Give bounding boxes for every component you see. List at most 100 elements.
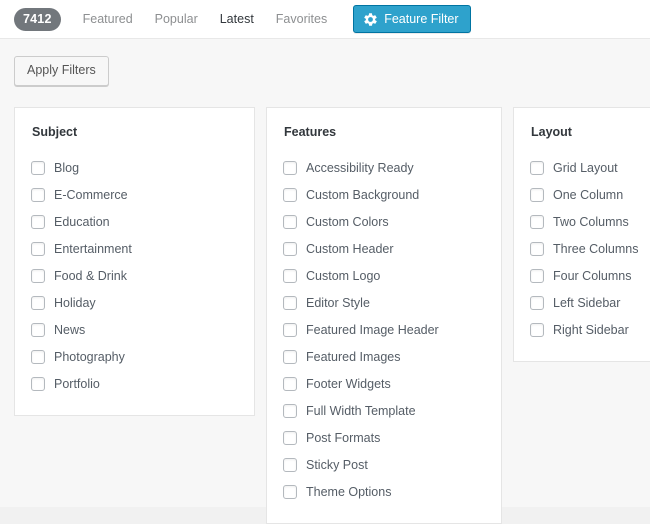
feature-filter-label: Feature Filter bbox=[384, 12, 458, 26]
filter-item-blog[interactable]: Blog bbox=[31, 154, 238, 181]
checkbox-icon[interactable] bbox=[530, 296, 544, 310]
tab-latest[interactable]: Latest bbox=[220, 0, 254, 39]
theme-nav-tabs: Featured Popular Latest Favorites bbox=[61, 0, 328, 39]
filter-item-two-columns[interactable]: Two Columns bbox=[530, 208, 650, 235]
checkbox-icon[interactable] bbox=[283, 215, 297, 229]
checkbox-icon[interactable] bbox=[530, 161, 544, 175]
checkbox-icon[interactable] bbox=[283, 431, 297, 445]
filter-item-post-formats[interactable]: Post Formats bbox=[283, 424, 485, 451]
checkbox-icon[interactable] bbox=[283, 458, 297, 472]
checkbox-icon[interactable] bbox=[530, 188, 544, 202]
filter-item-label: Right Sidebar bbox=[553, 322, 629, 338]
checkbox-icon[interactable] bbox=[530, 323, 544, 337]
filter-item-label: Left Sidebar bbox=[553, 295, 620, 311]
filter-item-custom-colors[interactable]: Custom Colors bbox=[283, 208, 485, 235]
checkbox-icon[interactable] bbox=[283, 323, 297, 337]
filter-item-grid-layout[interactable]: Grid Layout bbox=[530, 154, 650, 181]
filter-item-entertainment[interactable]: Entertainment bbox=[31, 235, 238, 262]
filter-item-label: News bbox=[54, 322, 85, 338]
filter-item-sticky-post[interactable]: Sticky Post bbox=[283, 451, 485, 478]
tab-favorites[interactable]: Favorites bbox=[276, 0, 327, 39]
checkbox-icon[interactable] bbox=[31, 269, 45, 283]
filter-item-education[interactable]: Education bbox=[31, 208, 238, 235]
filter-item-food-and-drink[interactable]: Food & Drink bbox=[31, 262, 238, 289]
apply-filters-button[interactable]: Apply Filters bbox=[14, 56, 109, 86]
theme-browser-header: 7412 Featured Popular Latest Favorites F… bbox=[0, 0, 650, 39]
filter-item-label: Custom Header bbox=[306, 241, 394, 257]
filter-item-theme-options[interactable]: Theme Options bbox=[283, 478, 485, 505]
filter-item-footer-widgets[interactable]: Footer Widgets bbox=[283, 370, 485, 397]
filter-group-layout: Layout Grid Layout One Column Two Column… bbox=[513, 107, 650, 362]
filter-item-label: Portfolio bbox=[54, 376, 100, 392]
checkbox-icon[interactable] bbox=[283, 242, 297, 256]
filter-item-custom-background[interactable]: Custom Background bbox=[283, 181, 485, 208]
filter-item-label: Custom Colors bbox=[306, 214, 389, 230]
checkbox-icon[interactable] bbox=[31, 377, 45, 391]
filter-list-layout: Grid Layout One Column Two Columns Three… bbox=[530, 154, 650, 343]
filter-item-right-sidebar[interactable]: Right Sidebar bbox=[530, 316, 650, 343]
filter-item-label: Two Columns bbox=[553, 214, 629, 230]
filter-item-label: Blog bbox=[54, 160, 79, 176]
tab-popular[interactable]: Popular bbox=[155, 0, 198, 39]
filter-item-custom-logo[interactable]: Custom Logo bbox=[283, 262, 485, 289]
filter-item-label: Theme Options bbox=[306, 484, 391, 500]
checkbox-icon[interactable] bbox=[283, 296, 297, 310]
checkbox-icon[interactable] bbox=[283, 269, 297, 283]
filter-list-features: Accessibility Ready Custom Background Cu… bbox=[283, 154, 485, 505]
filter-item-label: Custom Background bbox=[306, 187, 419, 203]
theme-count-badge: 7412 bbox=[14, 8, 61, 31]
filter-item-editor-style[interactable]: Editor Style bbox=[283, 289, 485, 316]
filter-item-label: Accessibility Ready bbox=[306, 160, 414, 176]
checkbox-icon[interactable] bbox=[530, 215, 544, 229]
filter-item-label: One Column bbox=[553, 187, 623, 203]
filter-item-featured-images[interactable]: Featured Images bbox=[283, 343, 485, 370]
filter-item-left-sidebar[interactable]: Left Sidebar bbox=[530, 289, 650, 316]
filter-item-four-columns[interactable]: Four Columns bbox=[530, 262, 650, 289]
checkbox-icon[interactable] bbox=[31, 242, 45, 256]
tab-featured[interactable]: Featured bbox=[83, 0, 133, 39]
filter-groups: Subject Blog E-Commerce Education Entert… bbox=[0, 107, 650, 524]
checkbox-icon[interactable] bbox=[283, 350, 297, 364]
checkbox-icon[interactable] bbox=[31, 296, 45, 310]
filter-item-featured-image-header[interactable]: Featured Image Header bbox=[283, 316, 485, 343]
feature-filter-button[interactable]: Feature Filter bbox=[353, 5, 470, 33]
apply-filters-bar: Apply Filters bbox=[0, 39, 650, 86]
checkbox-icon[interactable] bbox=[530, 242, 544, 256]
filter-group-subject: Subject Blog E-Commerce Education Entert… bbox=[14, 107, 255, 416]
filter-item-label: Grid Layout bbox=[553, 160, 618, 176]
filter-item-accessibility-ready[interactable]: Accessibility Ready bbox=[283, 154, 485, 181]
checkbox-icon[interactable] bbox=[283, 404, 297, 418]
filter-item-label: Entertainment bbox=[54, 241, 132, 257]
checkbox-icon[interactable] bbox=[31, 323, 45, 337]
filter-item-three-columns[interactable]: Three Columns bbox=[530, 235, 650, 262]
filter-item-label: Sticky Post bbox=[306, 457, 368, 473]
checkbox-icon[interactable] bbox=[31, 188, 45, 202]
filter-item-holiday[interactable]: Holiday bbox=[31, 289, 238, 316]
filter-item-custom-header[interactable]: Custom Header bbox=[283, 235, 485, 262]
filter-item-label: Three Columns bbox=[553, 241, 638, 257]
checkbox-icon[interactable] bbox=[283, 188, 297, 202]
filter-item-e-commerce[interactable]: E-Commerce bbox=[31, 181, 238, 208]
filter-item-label: Featured Image Header bbox=[306, 322, 439, 338]
filter-item-label: Custom Logo bbox=[306, 268, 380, 284]
checkbox-icon[interactable] bbox=[283, 161, 297, 175]
checkbox-icon[interactable] bbox=[530, 269, 544, 283]
filter-item-photography[interactable]: Photography bbox=[31, 343, 238, 370]
checkbox-icon[interactable] bbox=[31, 215, 45, 229]
checkbox-icon[interactable] bbox=[283, 485, 297, 499]
filter-item-label: E-Commerce bbox=[54, 187, 128, 203]
filter-item-portfolio[interactable]: Portfolio bbox=[31, 370, 238, 397]
filter-item-label: Four Columns bbox=[553, 268, 632, 284]
checkbox-icon[interactable] bbox=[31, 350, 45, 364]
filter-group-features: Features Accessibility Ready Custom Back… bbox=[266, 107, 502, 524]
filter-item-label: Food & Drink bbox=[54, 268, 127, 284]
filter-item-full-width-template[interactable]: Full Width Template bbox=[283, 397, 485, 424]
filter-item-news[interactable]: News bbox=[31, 316, 238, 343]
checkbox-icon[interactable] bbox=[283, 377, 297, 391]
filter-item-label: Post Formats bbox=[306, 430, 380, 446]
filter-item-label: Holiday bbox=[54, 295, 96, 311]
filter-item-one-column[interactable]: One Column bbox=[530, 181, 650, 208]
checkbox-icon[interactable] bbox=[31, 161, 45, 175]
filter-list-subject: Blog E-Commerce Education Entertainment … bbox=[31, 154, 238, 397]
group-title-subject: Subject bbox=[32, 124, 238, 140]
